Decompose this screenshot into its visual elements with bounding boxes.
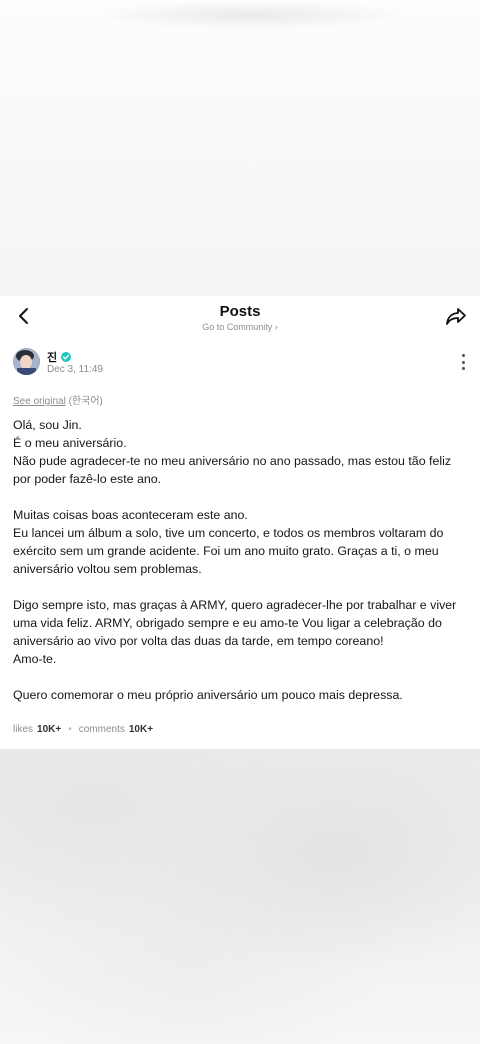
post-date: Dec 3, 11:49 <box>47 364 103 375</box>
post-stats: likes 10K+ • comments 10K+ <box>13 724 153 735</box>
page-title: Posts <box>219 303 261 320</box>
go-to-community-link[interactable]: Go to Community › <box>0 322 480 332</box>
comments-label: comments <box>78 724 125 735</box>
translation-info: See original (한국어) <box>13 392 103 407</box>
post-line: Digo sempre isto, mas graças à ARMY, que… <box>13 598 457 648</box>
post-line: Não pude agradecer-te no meu aniversário… <box>13 454 452 486</box>
go-to-community-label: Go to Community <box>202 322 273 332</box>
post-line: Quero comemorar o meu próprio aniversári… <box>13 688 403 702</box>
share-button[interactable] <box>442 304 470 330</box>
author-name-text: 진 <box>47 352 58 364</box>
blurred-background-bottom <box>0 749 480 1044</box>
post-line: Eu lancei um álbum a solo, tive um conce… <box>13 526 444 576</box>
original-language: (한국어) <box>68 396 103 407</box>
more-vertical-icon-dot <box>461 354 465 357</box>
author-name[interactable]: 진 <box>47 349 72 365</box>
more-options-button[interactable] <box>460 354 466 370</box>
verified-badge-icon <box>61 352 72 362</box>
more-vertical-icon-dot <box>461 367 465 370</box>
blurred-background-top <box>0 0 480 296</box>
post-card: Posts Go to Community › 진 Dec 3, 11:49 S… <box>0 296 480 749</box>
stats-separator: • <box>68 724 72 735</box>
likes-count: 10K+ <box>37 724 62 735</box>
post-line: Amo-te. <box>13 652 57 666</box>
post-line: É o meu aniversário. <box>13 436 127 450</box>
post-line: Muitas coisas boas aconteceram este ano. <box>13 508 248 522</box>
chevron-right-icon: › <box>274 322 278 332</box>
see-original-link[interactable]: See original <box>13 396 66 407</box>
avatar[interactable] <box>13 348 40 375</box>
avatar-image <box>13 348 40 375</box>
post-header: Posts Go to Community › <box>0 296 480 346</box>
comments-count: 10K+ <box>128 724 154 735</box>
post-line: Olá, sou Jin. <box>13 418 82 432</box>
post-body: Olá, sou Jin. É o meu aniversário. Não p… <box>13 416 468 704</box>
more-vertical-icon-dot <box>461 360 465 364</box>
share-icon <box>446 308 466 325</box>
likes-label: likes <box>13 724 34 735</box>
